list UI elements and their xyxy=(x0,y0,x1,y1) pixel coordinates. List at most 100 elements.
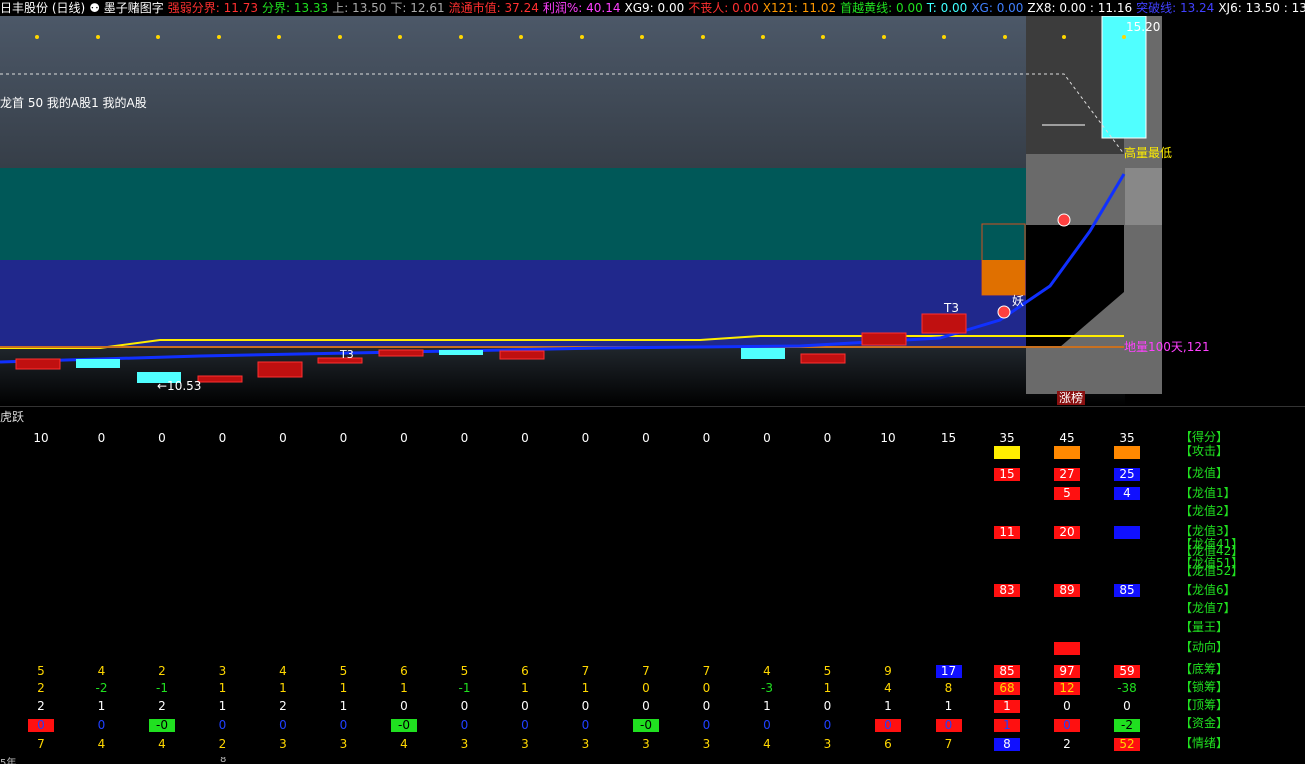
score-cell: 0 xyxy=(218,431,227,445)
row-label: 【底筹】 xyxy=(1180,662,1229,676)
row-label: 【龙值】 xyxy=(1180,466,1229,480)
price-low-label: ←10.53 xyxy=(157,379,202,393)
attack-swatch xyxy=(1054,446,1080,459)
dichou-cell: 4 xyxy=(279,664,287,678)
indicator-16: XJ6: 13.50 : 13.87 xyxy=(1218,1,1305,15)
signal-marker-icon-2 xyxy=(997,305,1011,319)
suochou-cell: -1 xyxy=(156,681,168,695)
t3-label-b: T3 xyxy=(944,301,959,315)
row-label: 【龙值1】 xyxy=(1180,486,1236,500)
suochou-cell: 1 xyxy=(400,681,408,695)
score-cell: 35 xyxy=(999,431,1015,445)
zijin-cell: 0 xyxy=(218,718,227,732)
kline-chart[interactable]: 龙首 50 我的A股1 我的A股 ←10.53 15.20 T3 T3 高量最低… xyxy=(0,16,1305,406)
bottom-left-text: 5年 xyxy=(0,758,17,764)
dingchou-cell: 1 xyxy=(994,700,1020,713)
suochou-cell: 0 xyxy=(702,681,711,695)
upper-zone xyxy=(0,16,1125,168)
row-label: 【资金】 xyxy=(1180,716,1229,730)
zijin-cell: 0 xyxy=(97,718,106,732)
qingxu-cell: 3 xyxy=(339,737,348,751)
zijin-cell: 0 xyxy=(935,719,962,732)
score-cell: 35 xyxy=(1119,431,1135,445)
suochou-cell: -38 xyxy=(1117,681,1137,695)
long-value-cell: 5 xyxy=(1054,487,1080,500)
dingchou-cell: 1 xyxy=(944,699,953,713)
suochou-cell: 8 xyxy=(944,681,953,695)
long-value-cell: 20 xyxy=(1054,526,1080,539)
row-label: 【龙值2】 xyxy=(1180,504,1236,518)
qingxu-cell: 4 xyxy=(97,737,106,751)
qingxu-cell: 3 xyxy=(823,737,832,751)
motion-swatch xyxy=(1054,642,1080,655)
attack-swatch xyxy=(1114,446,1140,459)
score-cell: 10 xyxy=(880,431,896,445)
dingchou-cell: 0 xyxy=(642,699,650,713)
row-label: 【锁筹】 xyxy=(1180,680,1229,694)
dichou-cell: 17 xyxy=(935,665,962,678)
dingchou-cell: 2 xyxy=(158,699,166,713)
score-cell: 0 xyxy=(581,431,590,445)
qingxu-cell: 3 xyxy=(521,737,529,751)
row-label: 【龙值7】 xyxy=(1180,601,1236,615)
score-cell: 0 xyxy=(642,431,650,445)
suochou-cell: 1 xyxy=(521,681,529,695)
zijin-cell: 0 xyxy=(581,718,590,732)
suochou-cell: 1 xyxy=(823,681,832,695)
score-cell: 45 xyxy=(1059,431,1075,445)
dichou-cell: 5 xyxy=(460,664,469,678)
chart-canvas xyxy=(0,16,1162,406)
long-value-cell xyxy=(1114,526,1140,539)
t3-label-a: T3 xyxy=(340,348,354,361)
qingxu-cell: 4 xyxy=(763,737,771,751)
row-label: 【得分】 xyxy=(1180,430,1229,444)
teal-zone xyxy=(0,168,1125,260)
suochou-cell: 68 xyxy=(994,682,1020,695)
suochou-cell: 1 xyxy=(581,681,590,695)
suochou-cell: -2 xyxy=(95,681,108,695)
dichou-cell: 3 xyxy=(218,664,227,678)
dichou-cell: 5 xyxy=(37,664,45,678)
zijin-cell: 0 xyxy=(1054,719,1080,732)
long-value-cell: 27 xyxy=(1054,468,1080,481)
big-candle xyxy=(1101,16,1147,139)
score-cell: 0 xyxy=(763,431,771,445)
bottom-bar: 5年 8 xyxy=(0,757,1305,764)
suochou-cell: 1 xyxy=(339,681,348,695)
panel-divider xyxy=(0,406,1305,407)
dichou-cell: 7 xyxy=(702,664,711,678)
row-label: 【龙值52】 xyxy=(1180,564,1244,578)
dichou-cell: 7 xyxy=(642,664,650,678)
indicator-13: XG: 0.00 xyxy=(971,1,1024,15)
indicator-1: ⚉ 墨子赌图字 xyxy=(89,1,164,15)
qingxu-cell: 7 xyxy=(944,737,953,751)
indicator-3: 分界: 13.33 xyxy=(261,1,329,15)
indicator-10: X121: 11.02 xyxy=(762,1,837,15)
dichou-cell: 2 xyxy=(158,664,166,678)
suochou-cell: 1 xyxy=(218,681,227,695)
dingchou-cell: 2 xyxy=(279,699,287,713)
qingxu-cell: 4 xyxy=(400,737,408,751)
dichou-cell: 59 xyxy=(1114,665,1140,678)
dingchou-cell: 1 xyxy=(218,699,227,713)
qingxu-cell: 3 xyxy=(279,737,287,751)
zijin-cell: -2 xyxy=(1114,719,1140,732)
dichou-cell: 7 xyxy=(581,664,590,678)
score-cell: 0 xyxy=(339,431,348,445)
long-value-cell: 15 xyxy=(994,468,1020,481)
qingxu-cell: 3 xyxy=(581,737,590,751)
indicator-2: 强弱分界: 11.73 xyxy=(167,1,258,15)
indicator-0: 日丰股份 (日线) xyxy=(0,1,86,15)
dingchou-cell: 1 xyxy=(884,699,892,713)
qingxu-cell: 52 xyxy=(1114,738,1140,751)
dichou-cell: 9 xyxy=(884,664,892,678)
dichou-cell: 4 xyxy=(763,664,771,678)
zijin-cell: 0 xyxy=(460,718,469,732)
suochou-cell: -1 xyxy=(458,681,471,695)
bottom-mid-text: 8 xyxy=(220,757,227,764)
volume-100-label: 地量100天,121 xyxy=(1124,340,1210,354)
row-label: 【顶筹】 xyxy=(1180,698,1229,712)
long-value-cell: 89 xyxy=(1054,584,1080,597)
dichou-cell: 5 xyxy=(823,664,832,678)
indicator-11: 首越黄线: 0.00 xyxy=(840,1,923,15)
